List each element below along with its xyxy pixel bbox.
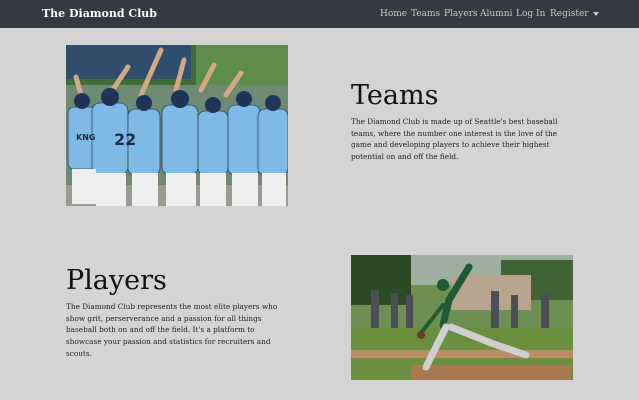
nav-register-dropdown[interactable]: Register xyxy=(550,9,599,19)
svg-text:KNG: KNG xyxy=(76,133,95,142)
brand-link[interactable]: The Diamond Club xyxy=(42,7,157,20)
svg-text:22: 22 xyxy=(114,130,136,149)
players-description: The Diamond Club represents the most eli… xyxy=(66,302,278,358)
nav-home[interactable]: Home xyxy=(380,9,407,19)
navbar: The Diamond Club Home Teams Players Alum… xyxy=(0,0,639,28)
players-heading: Players xyxy=(66,265,167,296)
nav-teams[interactable]: Teams xyxy=(411,9,440,19)
pitcher-image xyxy=(351,255,573,380)
nav-players[interactable]: Players xyxy=(444,9,478,19)
chevron-down-icon xyxy=(592,11,599,16)
teams-description: The Diamond Club is made up of Seattle's… xyxy=(351,117,558,162)
team-huddle-image: 22 KNG xyxy=(66,45,288,206)
nav-login[interactable]: Log In xyxy=(516,9,545,19)
team-huddle-photo: 22 KNG xyxy=(66,45,288,206)
nav-alumni[interactable]: Alumni xyxy=(480,9,512,19)
pitcher-photo xyxy=(351,255,573,380)
teams-heading: Teams xyxy=(351,80,439,111)
nav-register-label: Register xyxy=(550,9,589,19)
